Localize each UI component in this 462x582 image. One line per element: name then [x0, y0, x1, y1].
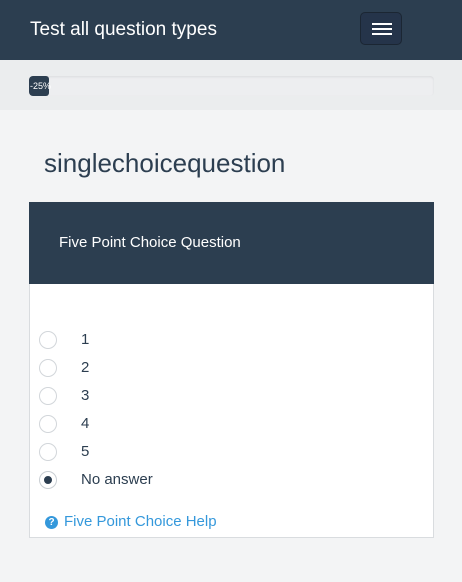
group-title: singlechoicequestion — [44, 148, 286, 178]
main-content: singlechoicequestion Five Point Choice Q… — [0, 110, 462, 582]
question-card: Five Point Choice Question 1 2 3 4 5 No … — [29, 202, 434, 538]
answer-label[interactable]: 5 — [81, 442, 89, 462]
hamburger-menu-icon — [372, 33, 392, 35]
radio-button[interactable] — [39, 415, 57, 433]
radio-button[interactable] — [39, 359, 57, 377]
answer-label[interactable]: 3 — [81, 386, 89, 406]
progress-bar: -25% — [29, 76, 434, 96]
answer-option-5[interactable]: 5 — [39, 442, 419, 464]
progress-section: -25% — [0, 60, 462, 110]
answer-option-2[interactable]: 2 — [39, 358, 419, 380]
progress-label: -25% — [30, 81, 52, 91]
answer-label[interactable]: 1 — [81, 330, 89, 350]
radio-button-selected[interactable] — [40, 472, 56, 488]
question-circle-icon: ? — [45, 516, 58, 529]
answer-option-no-answer[interactable]: No answer — [39, 470, 419, 492]
answer-label[interactable]: 4 — [81, 414, 89, 434]
question-text: Five Point Choice Question — [59, 234, 241, 251]
answer-option-4[interactable]: 4 — [39, 414, 419, 436]
survey-title[interactable]: Test all question types — [30, 17, 217, 43]
radio-button[interactable] — [39, 443, 57, 461]
hamburger-menu-icon — [372, 23, 392, 25]
answer-label[interactable]: No answer — [81, 470, 153, 490]
radio-button[interactable] — [39, 387, 57, 405]
menu-toggle-button[interactable] — [360, 12, 402, 45]
answer-option-1[interactable]: 1 — [39, 330, 419, 352]
top-navbar: Test all question types — [0, 0, 462, 60]
answer-option-3[interactable]: 3 — [39, 386, 419, 408]
hamburger-menu-icon — [372, 28, 392, 30]
answer-label[interactable]: 2 — [81, 358, 89, 378]
help-text[interactable]: Five Point Choice Help — [64, 512, 217, 532]
question-header: Five Point Choice Question — [29, 202, 434, 284]
radio-button[interactable] — [39, 331, 57, 349]
